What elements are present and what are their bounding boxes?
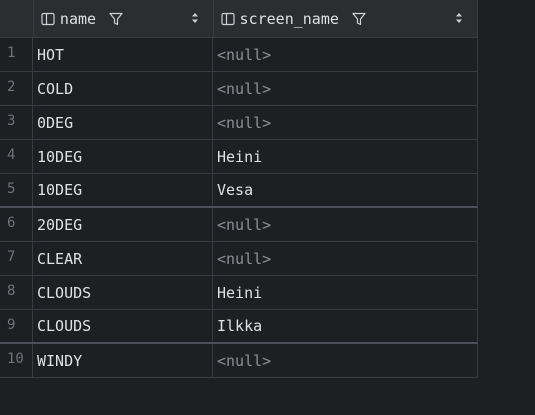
cell-name[interactable]: COLD [33,72,213,105]
sort-icon[interactable] [191,12,199,24]
cell-screen-name[interactable]: Heini [213,276,478,309]
row-number[interactable]: 4 [0,140,33,173]
column-header-name[interactable]: name [34,0,214,37]
table-row[interactable]: 8 CLOUDS Heini [0,276,478,310]
cell-screen-name[interactable]: <null> [213,208,478,241]
cell-name[interactable]: CLOUDS [33,276,213,309]
table-row[interactable]: 7 CLEAR <null> [0,242,478,276]
row-number[interactable]: 9 [0,310,33,342]
cell-name[interactable]: 10DEG [33,140,213,173]
table-row[interactable]: 1 HOT <null> [0,38,478,72]
cell-name[interactable]: 10DEG [33,174,213,206]
cell-screen-name[interactable]: <null> [213,106,478,139]
column-header-label: name [59,9,97,28]
cell-name[interactable]: CLOUDS [33,310,213,342]
cell-screen-name[interactable]: Heini [213,140,478,173]
grid-header: name screen_name [0,0,478,38]
row-number[interactable]: 1 [0,38,33,71]
column-header-label: screen_name [239,9,339,28]
filter-icon[interactable] [351,11,367,27]
row-number[interactable]: 5 [0,174,33,206]
filter-icon[interactable] [108,11,124,27]
row-number-header[interactable] [0,0,34,37]
row-number[interactable]: 6 [0,208,33,241]
table-row[interactable]: 4 10DEG Heini [0,140,478,174]
cell-name[interactable]: WINDY [33,344,213,377]
cell-screen-name[interactable]: <null> [213,344,478,377]
result-grid: name screen_name 1 HOT <null> 2 COLD <nu… [0,0,478,378]
table-row[interactable]: 2 COLD <null> [0,72,478,106]
table-row[interactable]: 9 CLOUDS Ilkka [0,310,478,344]
row-number[interactable]: 3 [0,106,33,139]
row-number[interactable]: 8 [0,276,33,309]
column-icon [220,12,235,25]
cell-screen-name[interactable]: Ilkka [213,310,478,342]
table-row[interactable]: 10 WINDY <null> [0,344,478,378]
column-icon [41,12,55,25]
row-number[interactable]: 7 [0,242,33,275]
cell-name[interactable]: 0DEG [33,106,213,139]
cell-name[interactable]: HOT [33,38,213,71]
cell-screen-name[interactable]: <null> [213,72,478,105]
cell-name[interactable]: 20DEG [33,208,213,241]
row-number[interactable]: 10 [0,344,33,377]
table-row[interactable]: 3 0DEG <null> [0,106,478,140]
table-row[interactable]: 6 20DEG <null> [0,208,478,242]
cell-name[interactable]: CLEAR [33,242,213,275]
column-header-screen-name[interactable]: screen_name [214,0,478,37]
cell-screen-name[interactable]: <null> [213,242,478,275]
sort-icon[interactable] [455,12,463,24]
row-number[interactable]: 2 [0,72,33,105]
cell-screen-name[interactable]: Vesa [213,174,478,206]
table-row[interactable]: 5 10DEG Vesa [0,174,478,208]
cell-screen-name[interactable]: <null> [213,38,478,71]
